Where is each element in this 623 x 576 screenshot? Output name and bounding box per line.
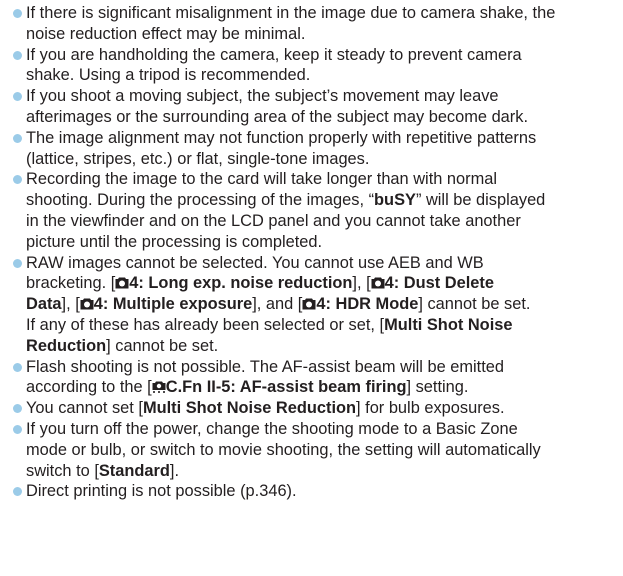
shooting-menu-camera-icon	[371, 276, 385, 289]
text-run: ], [	[61, 295, 80, 314]
text-run: according to the [	[26, 378, 152, 397]
bullet-dot-icon	[13, 258, 22, 268]
list-item: Direct printing is not possible (p.346).	[13, 481, 619, 502]
text-run: ” will be displayed	[415, 191, 546, 210]
menu-ref: Multi Shot Noise Reduction	[142, 399, 357, 418]
text-run: bracketing. [	[26, 274, 116, 293]
bullet-dot-icon	[13, 92, 22, 102]
item-text-line: shake. Using a tripod is recommended.	[26, 66, 311, 85]
bullet-dot-icon	[13, 133, 22, 143]
item-text-line: You cannot set [Multi Shot Noise Reducti…	[26, 398, 619, 419]
menu-ref: C.Fn II-5: AF-assist beam firing	[152, 378, 406, 396]
item-text-line: If you shoot a moving subject, the subje…	[26, 87, 499, 106]
item-text-line: Reduction] cannot be set.	[26, 336, 619, 357]
text-run: ].	[169, 461, 180, 480]
bullet-dot-icon	[13, 404, 22, 414]
item-text-line: If any of these has already been selecte…	[26, 315, 619, 336]
bullet-dot-icon	[13, 362, 22, 372]
menu-ref: Data	[26, 295, 62, 314]
item-text-line: picture until the processing is complete…	[26, 232, 323, 251]
item-text-line: Recording the image to the card will tak…	[26, 170, 498, 189]
text-run: You cannot set [	[26, 399, 143, 418]
menu-ref: 4: HDR Mode	[302, 295, 418, 313]
menu-ref: 4: Multiple exposure	[80, 295, 252, 313]
busy-indicator-text: buSY	[374, 191, 416, 210]
item-text-line: RAW images cannot be selected. You canno…	[26, 253, 484, 272]
item-text-line: in the viewfinder and on the LCD panel a…	[26, 211, 521, 230]
list-item: The image alignment may not function pro…	[13, 128, 619, 170]
list-item: Recording the image to the card will tak…	[13, 169, 619, 252]
text-run: shooting. During the processing of the i…	[26, 191, 375, 210]
bullet-dot-icon	[13, 50, 22, 60]
menu-ref: Multi Shot Noise	[384, 315, 513, 334]
item-text-line: The image alignment may not function pro…	[26, 128, 537, 147]
text-run: ] setting.	[406, 378, 469, 397]
list-item: You cannot set [Multi Shot Noise Reducti…	[13, 398, 619, 419]
shooting-menu-camera-icon	[80, 297, 94, 310]
item-text-line: Flash shooting is not possible. The AF-a…	[26, 357, 504, 376]
item-text-line: Direct printing is not possible (p.346).	[26, 482, 297, 501]
bullet-dot-icon	[13, 9, 22, 18]
list-item: If you turn off the power, change the sh…	[13, 419, 619, 481]
item-text-line: bracketing. [4: Long exp. noise reductio…	[26, 273, 619, 294]
text-run: ], and [	[252, 295, 303, 314]
document-page: If there is significant misalignment in …	[0, 0, 623, 576]
text-run: ], [	[352, 274, 371, 293]
item-text-line: Data], [4: Multiple exposure], and [4: H…	[26, 294, 619, 315]
caution-list: If there is significant misalignment in …	[13, 3, 619, 502]
custom-function-menu-icon	[152, 380, 166, 394]
item-text-line: If there is significant misalignment in …	[26, 4, 556, 22]
list-item: Flash shooting is not possible. The AF-a…	[13, 357, 619, 399]
bullet-dot-icon	[13, 175, 22, 185]
bullet-dot-icon	[13, 487, 22, 497]
item-text-line: If you turn off the power, change the sh…	[26, 419, 518, 438]
menu-ref: 4: Dust Delete	[371, 274, 494, 292]
item-text-line: noise reduction effect may be minimal.	[26, 24, 306, 43]
item-text-line: If you are handholding the camera, keep …	[26, 45, 522, 64]
text-run: If any of these has already been selecte…	[26, 315, 385, 334]
menu-ref: Reduction	[26, 336, 107, 355]
menu-ref: Standard	[98, 461, 170, 480]
menu-ref: 4: Long exp. noise reduction	[115, 274, 352, 292]
text-run: ] cannot be set.	[106, 336, 219, 355]
shooting-menu-camera-icon	[115, 276, 129, 289]
text-run: ] for bulb exposures.	[356, 399, 505, 418]
list-item: If you are handholding the camera, keep …	[13, 45, 619, 87]
shooting-menu-camera-icon	[302, 297, 316, 310]
list-item: RAW images cannot be selected. You canno…	[13, 253, 619, 357]
item-text-line: switch to [Standard].	[26, 461, 619, 482]
item-text-line: according to the [C.Fn II-5: AF-assist b…	[26, 377, 619, 398]
item-text-line: afterimages or the surrounding area of t…	[26, 107, 529, 126]
list-item: If there is significant misalignment in …	[13, 3, 619, 45]
text-run: ] cannot be set.	[418, 295, 531, 314]
item-text-line: mode or bulb, or switch to movie shootin…	[26, 440, 541, 459]
item-text-line: shooting. During the processing of the i…	[26, 190, 619, 211]
text-run: switch to [	[26, 461, 99, 480]
item-text-line: (lattice, stripes, etc.) or flat, single…	[26, 149, 370, 168]
list-item: If you shoot a moving subject, the subje…	[13, 86, 619, 128]
bullet-dot-icon	[13, 424, 22, 434]
